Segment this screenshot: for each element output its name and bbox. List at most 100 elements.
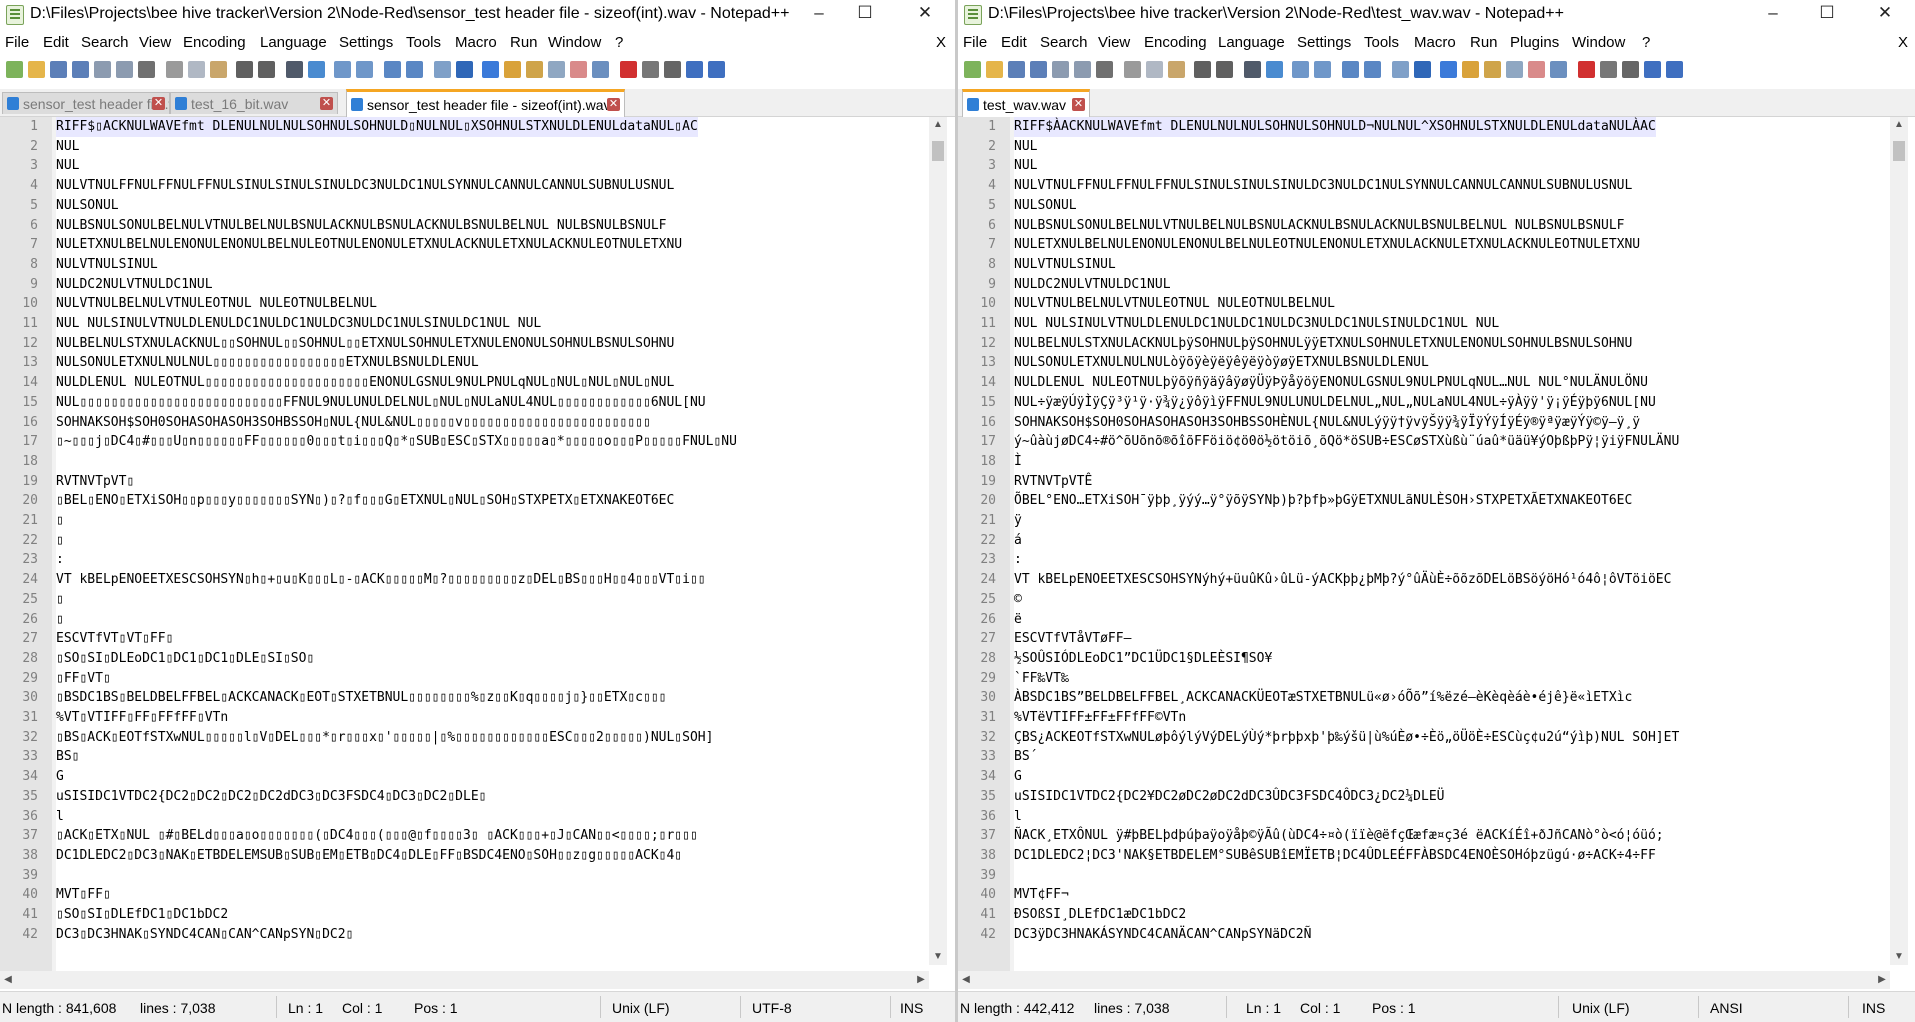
copy-icon[interactable] xyxy=(1146,61,1163,78)
menu-settings[interactable]: Settings xyxy=(1297,34,1351,51)
new-file-icon[interactable] xyxy=(964,61,981,78)
menu-tools[interactable]: Tools xyxy=(1364,34,1399,51)
replace-icon[interactable] xyxy=(1266,61,1283,78)
menu-search[interactable]: Search xyxy=(1040,34,1088,51)
zoom-in-icon[interactable] xyxy=(1292,61,1309,78)
function-list-icon[interactable] xyxy=(1506,61,1523,78)
doc-map-icon[interactable] xyxy=(1484,61,1501,78)
tab-close-icon[interactable]: ✕ xyxy=(1072,98,1085,111)
print-icon[interactable] xyxy=(1096,61,1113,78)
undo-icon[interactable] xyxy=(1194,61,1211,78)
menu-search[interactable]: Search xyxy=(81,34,129,51)
word-wrap-icon[interactable] xyxy=(434,61,451,78)
play-multiple-macro-icon[interactable] xyxy=(686,61,703,78)
sync-vertical-icon[interactable] xyxy=(384,61,401,78)
indent-guide-icon[interactable] xyxy=(1440,61,1457,78)
scroll-left-icon[interactable]: ◀ xyxy=(958,971,974,989)
scroll-up-icon[interactable]: ▲ xyxy=(929,117,947,133)
menu-encoding[interactable]: Encoding xyxy=(1144,34,1207,51)
minimize-button[interactable]: – xyxy=(796,0,842,28)
indent-guide-icon[interactable] xyxy=(482,61,499,78)
stop-macro-icon[interactable] xyxy=(1600,61,1617,78)
menu-edit[interactable]: Edit xyxy=(43,34,69,51)
tab-close-icon[interactable]: ✕ xyxy=(152,97,165,110)
monitoring-icon[interactable] xyxy=(1550,61,1567,78)
menu-file[interactable]: File xyxy=(963,34,987,51)
stop-macro-icon[interactable] xyxy=(642,61,659,78)
menu-run[interactable]: Run xyxy=(510,34,538,51)
tab-sensor-test-header-file[interactable]: sensor_test header file.wav ✕ xyxy=(2,92,170,114)
zoom-out-icon[interactable] xyxy=(1314,61,1331,78)
save-all-icon[interactable] xyxy=(1030,61,1047,78)
find-icon[interactable] xyxy=(1244,61,1261,78)
close-all-icon[interactable] xyxy=(1074,61,1091,78)
play-macro-icon[interactable] xyxy=(1622,61,1639,78)
save-icon[interactable] xyxy=(50,61,67,78)
scroll-up-icon[interactable]: ▲ xyxy=(1890,117,1908,133)
zoom-out-icon[interactable] xyxy=(356,61,373,78)
menu-window[interactable]: Window xyxy=(1572,34,1625,51)
close-file-icon[interactable] xyxy=(94,61,111,78)
find-icon[interactable] xyxy=(286,61,303,78)
scroll-down-icon[interactable]: ▼ xyxy=(1890,949,1908,965)
menu-language[interactable]: Language xyxy=(260,34,327,51)
show-all-chars-icon[interactable] xyxy=(456,61,473,78)
menu-file[interactable]: File xyxy=(5,34,29,51)
scroll-thumb[interactable] xyxy=(932,141,944,161)
copy-icon[interactable] xyxy=(188,61,205,78)
maximize-button[interactable]: ☐ xyxy=(1804,0,1850,28)
menu-edit[interactable]: Edit xyxy=(1001,34,1027,51)
open-file-icon[interactable] xyxy=(986,61,1003,78)
scroll-down-icon[interactable]: ▼ xyxy=(929,949,947,965)
undo-icon[interactable] xyxy=(236,61,253,78)
monitoring-icon[interactable] xyxy=(592,61,609,78)
menu-view[interactable]: View xyxy=(139,34,171,51)
close-button[interactable]: ✕ xyxy=(902,0,948,28)
menu-macro[interactable]: Macro xyxy=(455,34,497,51)
redo-icon[interactable] xyxy=(1216,61,1233,78)
doc-map-icon[interactable] xyxy=(526,61,543,78)
menu-help[interactable]: ? xyxy=(1642,34,1650,51)
maximize-button[interactable]: ☐ xyxy=(842,0,888,28)
sync-horizontal-icon[interactable] xyxy=(1364,61,1381,78)
editor-text-area[interactable]: 1 RIFF$ÀACKNULWAVEfmt DLENULNULNULSOHNULS… xyxy=(958,117,1915,971)
play-macro-icon[interactable] xyxy=(664,61,681,78)
save-all-icon[interactable] xyxy=(72,61,89,78)
print-icon[interactable] xyxy=(138,61,155,78)
cut-icon[interactable] xyxy=(1124,61,1141,78)
menu-close-document[interactable]: X xyxy=(1898,34,1908,51)
sync-vertical-icon[interactable] xyxy=(1342,61,1359,78)
new-file-icon[interactable] xyxy=(6,61,23,78)
vertical-scrollbar[interactable]: ▲ ▼ xyxy=(929,117,947,965)
scroll-thumb[interactable] xyxy=(1893,141,1905,161)
menu-plugins[interactable]: Plugins xyxy=(1510,34,1559,51)
tab-close-icon[interactable]: ✕ xyxy=(320,97,333,110)
tab-sensor-test-sizeof-int[interactable]: sensor_test header file - sizeof(int).wa… xyxy=(346,89,625,117)
minimize-button[interactable]: – xyxy=(1750,0,1796,28)
save-macro-icon[interactable] xyxy=(708,61,725,78)
close-file-icon[interactable] xyxy=(1052,61,1069,78)
scroll-right-icon[interactable]: ▶ xyxy=(1874,971,1890,989)
replace-icon[interactable] xyxy=(308,61,325,78)
sync-horizontal-icon[interactable] xyxy=(406,61,423,78)
scroll-left-icon[interactable]: ◀ xyxy=(0,971,16,989)
word-wrap-icon[interactable] xyxy=(1392,61,1409,78)
horizontal-scrollbar[interactable]: ◀ ▶ xyxy=(0,971,929,989)
tab-test-16-bit[interactable]: test_16_bit.wav ✕ xyxy=(170,92,338,114)
horizontal-scrollbar[interactable]: ◀ ▶ xyxy=(958,971,1890,989)
paste-icon[interactable] xyxy=(210,61,227,78)
function-list-icon[interactable] xyxy=(548,61,565,78)
menu-close-document[interactable]: X xyxy=(936,34,946,51)
menu-language[interactable]: Language xyxy=(1218,34,1285,51)
menu-window[interactable]: Window xyxy=(548,34,601,51)
open-file-icon[interactable] xyxy=(28,61,45,78)
show-all-chars-icon[interactable] xyxy=(1414,61,1431,78)
scroll-right-icon[interactable]: ▶ xyxy=(913,971,929,989)
vertical-scrollbar[interactable]: ▲ ▼ xyxy=(1890,117,1908,965)
menu-encoding[interactable]: Encoding xyxy=(183,34,246,51)
language-icon[interactable] xyxy=(504,61,521,78)
menu-help[interactable]: ? xyxy=(615,34,623,51)
title-bar[interactable]: D:\Files\Projects\bee hive tracker\Versi… xyxy=(958,0,1915,28)
redo-icon[interactable] xyxy=(258,61,275,78)
record-macro-icon[interactable] xyxy=(1578,61,1595,78)
